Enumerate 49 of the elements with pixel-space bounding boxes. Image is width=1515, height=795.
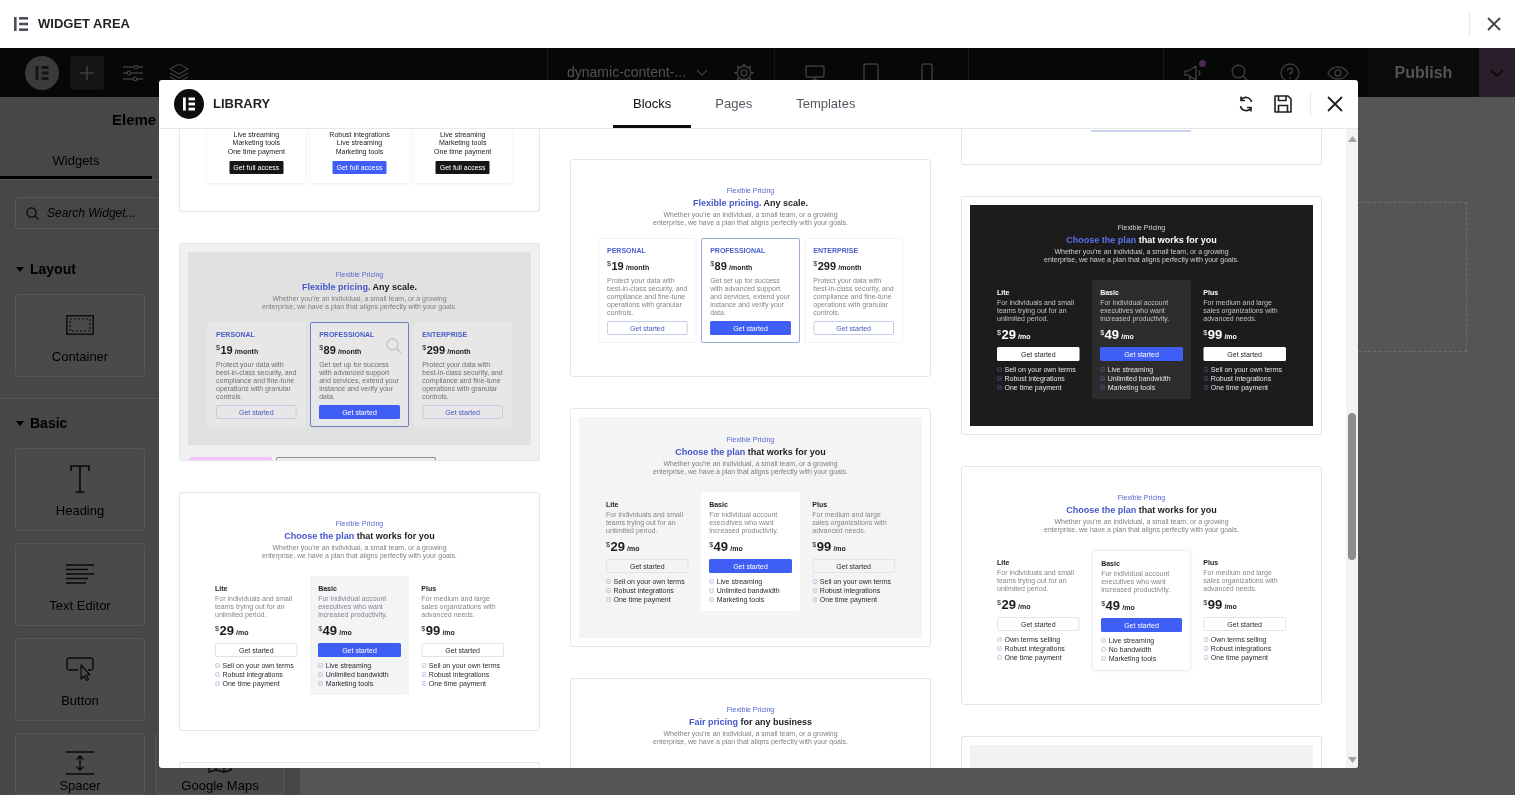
widget-tile[interactable]: Button — [15, 638, 145, 721]
desktop-icon[interactable] — [805, 64, 825, 81]
chevron-down-icon — [1490, 68, 1504, 77]
vertical-arrows-icon — [66, 751, 94, 775]
search-icon — [26, 206, 39, 220]
text-lines-icon — [66, 564, 94, 584]
sync-icon[interactable] — [1238, 95, 1254, 113]
phone-icon[interactable] — [921, 62, 933, 83]
widget-tile[interactable]: Container — [15, 294, 145, 377]
settings-icon[interactable] — [734, 62, 754, 83]
logo-icon — [14, 17, 28, 31]
up-arrow-icon[interactable] — [1347, 136, 1357, 142]
preview-heading: Choose the plan that works for you — [1066, 234, 1217, 245]
publish-button[interactable]: Publish — [1368, 48, 1479, 97]
page-title[interactable]: dynamic-content-... — [567, 62, 687, 83]
down-arrow-icon[interactable] — [1347, 757, 1357, 763]
layers-icon[interactable] — [169, 62, 189, 83]
section-title[interactable]: Layout — [30, 258, 76, 280]
preview-heading: Flexible pricing. Any scale. — [301, 281, 418, 292]
library-tab[interactable]: Pages — [695, 80, 773, 128]
save-icon[interactable] — [1274, 95, 1292, 113]
letter-t-icon — [70, 465, 90, 493]
preview-heading: Choose the plan that works for you — [1066, 504, 1217, 515]
preview-heading: Choose the plan that works for you — [284, 530, 435, 541]
plus-icon — [80, 65, 94, 80]
preview-heading: Choose the plan that works for you — [675, 446, 826, 457]
library-tab[interactable]: Templates — [776, 80, 876, 128]
scrollbar-thumb[interactable] — [1348, 413, 1356, 560]
preview-heading: Flexible pricing. Any scale. — [692, 197, 809, 208]
widget-tile[interactable]: Spacer — [15, 733, 145, 795]
panel-tab[interactable]: Widgets — [0, 143, 152, 179]
preview-heading: Fair pricing for any business — [689, 716, 812, 727]
section-title[interactable]: Basic — [30, 412, 68, 434]
sliders-icon[interactable] — [123, 64, 143, 81]
help-icon[interactable] — [1280, 62, 1300, 83]
library-tab[interactable]: Blocks — [613, 80, 692, 128]
widget-tile[interactable]: Text Editor — [15, 543, 145, 626]
close-icon[interactable] — [1487, 17, 1501, 31]
panel-title: Eleme — [112, 109, 157, 130]
logo-icon — [174, 89, 204, 119]
widget-tile[interactable]: Heading — [15, 448, 145, 531]
close-icon[interactable] — [1327, 96, 1343, 112]
search-icon[interactable] — [1231, 63, 1249, 82]
dashed-frame-icon — [66, 315, 94, 335]
tablet-icon[interactable] — [863, 62, 879, 83]
library-title: LIBRARY — [213, 95, 271, 114]
window-title: WIDGET AREA — [38, 15, 130, 34]
megaphone-icon[interactable] — [1183, 62, 1203, 83]
cursor-box-icon — [66, 657, 94, 681]
